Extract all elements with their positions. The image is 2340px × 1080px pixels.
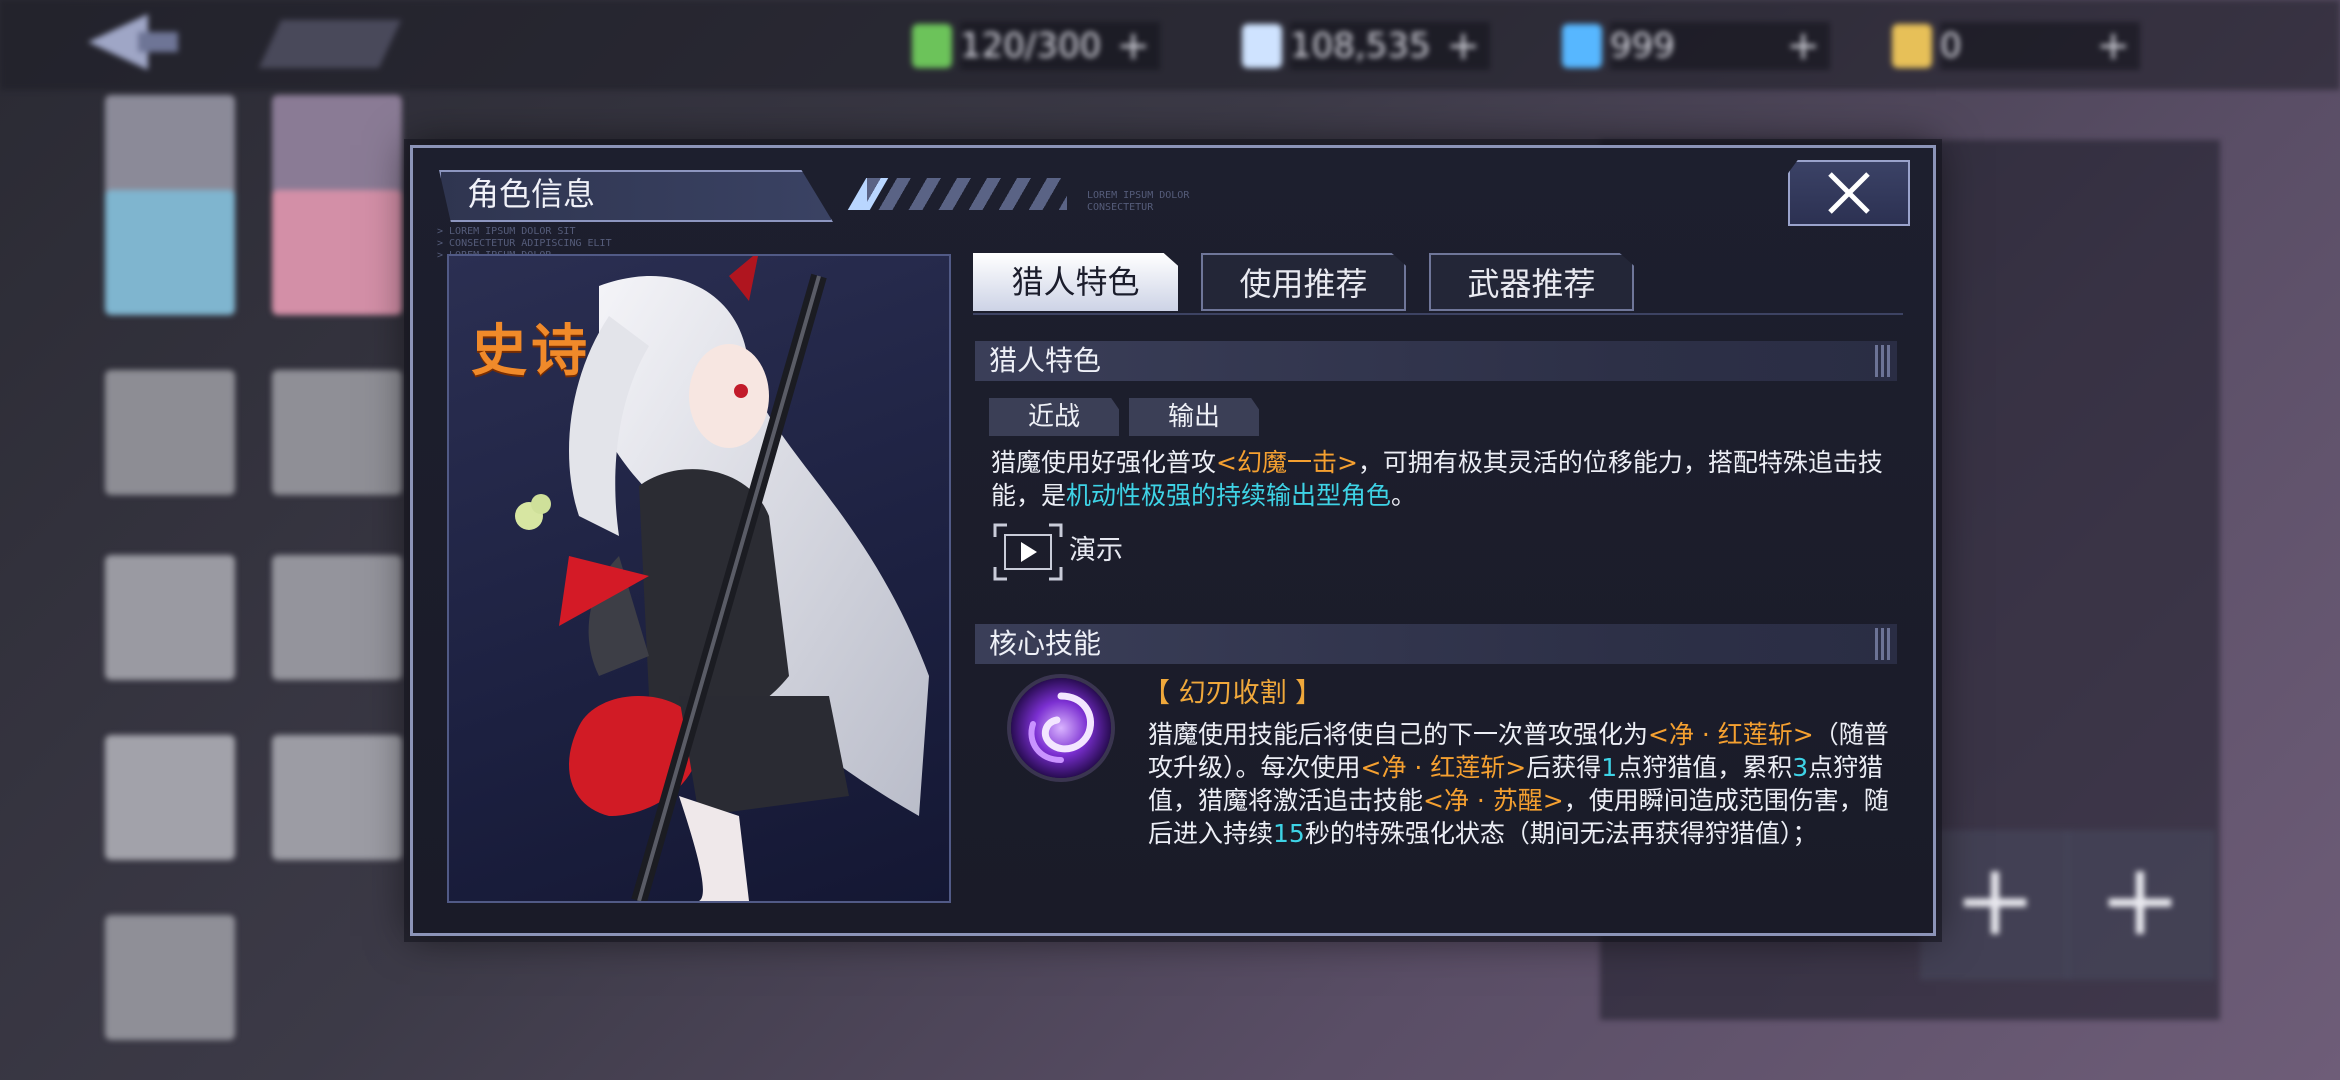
tag-melee: 近战: [989, 398, 1119, 436]
character-thumbnail[interactable]: [105, 555, 235, 680]
header-stripes: [867, 178, 1067, 210]
modal-title: 角色信息: [467, 175, 596, 213]
desc-text: 。: [1391, 481, 1417, 510]
resource-value: 999: [1610, 26, 1675, 66]
resource-diamond: 108,535 +: [1242, 22, 1490, 70]
character-thumbnail[interactable]: [272, 370, 402, 495]
character-portrait: 史诗: [447, 254, 951, 903]
battery-icon: [912, 24, 952, 68]
desc-number: 15: [1273, 819, 1305, 848]
character-info-modal: 角色信息 LOREM IPSUM DOLOR CONSECTETUR > LOR…: [410, 145, 1936, 936]
heading-decor: [1875, 345, 1893, 377]
modal-header: 角色信息 LOREM IPSUM DOLOR CONSECTETUR > LOR…: [427, 162, 1927, 261]
character-thumbnail[interactable]: [105, 915, 235, 1040]
add-stamina-button[interactable]: +: [1116, 22, 1150, 70]
section-heading-traits: 猎人特色: [975, 341, 1897, 381]
tab-weapon-recommendation[interactable]: 武器推荐: [1429, 253, 1634, 311]
desc-number: 1: [1601, 753, 1618, 782]
character-thumbnail[interactable]: [272, 555, 402, 680]
resource-value: 120/300: [960, 26, 1102, 66]
add-diamond-button[interactable]: +: [1446, 22, 1480, 70]
character-thumbnail[interactable]: [105, 735, 235, 860]
close-button[interactable]: [1788, 160, 1910, 226]
section-title: 核心技能: [989, 627, 1102, 660]
demo-button[interactable]: 演示: [993, 523, 1153, 581]
resource-value: 108,535: [1290, 26, 1431, 66]
add-slot-button[interactable]: +: [2065, 830, 2215, 980]
character-thumbnail[interactable]: [272, 190, 402, 315]
rarity-label: 史诗: [471, 318, 591, 384]
decor-text: LOREM IPSUM DOLOR CONSECTETUR: [1087, 190, 1190, 213]
character-thumbnail[interactable]: [272, 735, 402, 860]
resource-ticket: 0 +: [1892, 22, 2140, 70]
resource-value: 0: [1940, 26, 1962, 66]
section-heading-core-skill: 核心技能: [975, 624, 1897, 664]
heading-decor: [1875, 628, 1893, 660]
desc-text: 点狩猎值，累积: [1617, 753, 1793, 782]
desc-highlight: 机动性极强的持续输出型角色: [1066, 481, 1392, 510]
ticket-icon: [1892, 24, 1932, 68]
resource-stamina: 120/300 +: [912, 22, 1160, 70]
back-arrow-icon[interactable]: [88, 14, 178, 70]
diamond-icon: [1242, 24, 1282, 68]
add-ticket-button[interactable]: +: [2096, 22, 2130, 70]
demo-label: 演示: [1069, 535, 1123, 566]
skill-name: 【 幻刃收割 】: [1143, 678, 1323, 709]
trait-description: 猎魔使用好强化普攻<幻魔一击>，可拥有极其灵活的位移能力，搭配特殊追击技能，是机…: [991, 446, 1891, 512]
skill-description: 猎魔使用技能后将使自己的下一次普攻强化为<净 · 红莲斩>（随普攻升级）。每次使…: [1148, 718, 1893, 850]
desc-highlight: <净 · 红莲斩>: [1360, 753, 1527, 782]
desc-text: 猎魔使用好强化普攻: [991, 448, 1217, 477]
character-thumbnail[interactable]: [105, 370, 235, 495]
close-icon: [1828, 172, 1870, 214]
tab-divider: [973, 313, 1903, 315]
desc-text: 秒的特殊强化状态（期间无法再获得狩猎值）；: [1304, 819, 1818, 848]
play-icon: [993, 523, 1063, 581]
skill-icon[interactable]: [1011, 678, 1111, 778]
add-gem-button[interactable]: +: [1786, 22, 1820, 70]
section-title: 猎人特色: [989, 344, 1102, 377]
desc-text: 后获得: [1526, 753, 1602, 782]
tab-usage-recommendation[interactable]: 使用推荐: [1201, 253, 1406, 311]
character-thumbnail[interactable]: [105, 190, 235, 315]
desc-number: 3: [1792, 753, 1809, 782]
desc-text: 猎魔使用技能后将使自己的下一次普攻强化为: [1148, 720, 1649, 749]
vortex-icon: [1028, 692, 1094, 763]
desc-highlight: <净 · 红莲斩>: [1648, 720, 1814, 749]
add-slot-button[interactable]: +: [1920, 830, 2070, 980]
resource-gem: 999 +: [1562, 22, 1830, 70]
desc-highlight: <净 · 苏醒>: [1423, 786, 1564, 815]
home-button[interactable]: [258, 20, 402, 68]
gem-icon: [1562, 24, 1602, 68]
tag-dps: 输出: [1129, 398, 1259, 436]
desc-highlight: <幻魔一击>: [1216, 448, 1358, 477]
tab-hunter-traits[interactable]: 猎人特色: [973, 253, 1178, 311]
